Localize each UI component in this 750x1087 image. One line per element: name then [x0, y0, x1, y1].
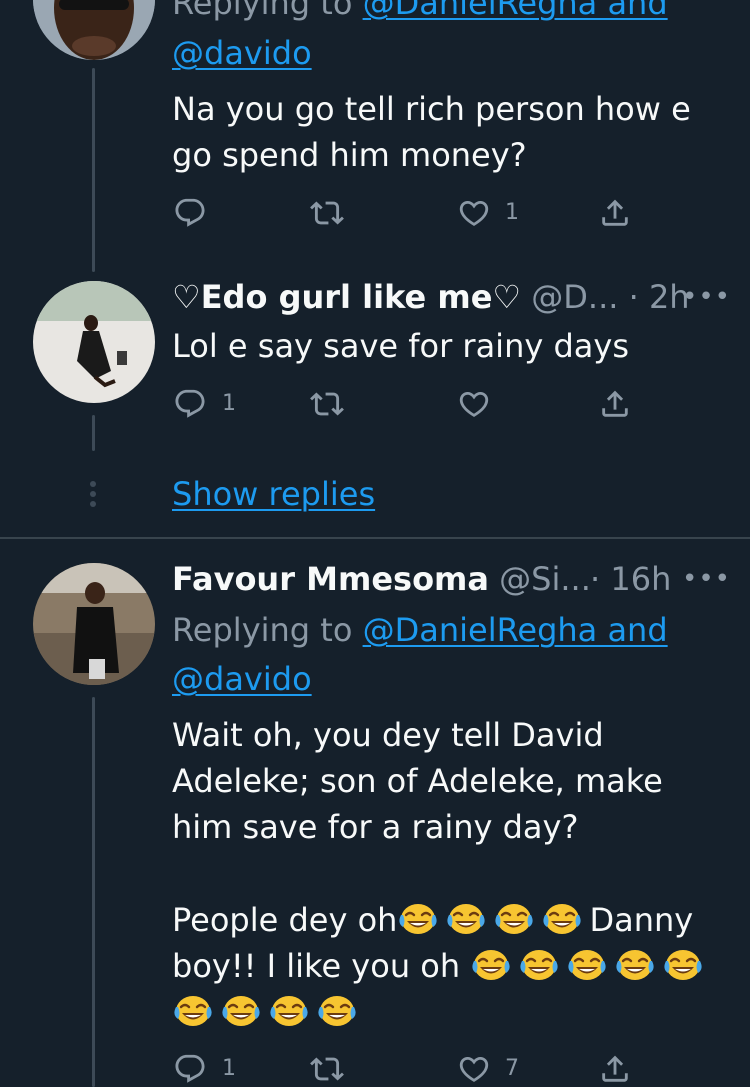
tweet-text: Lol e say save for rainy days: [172, 327, 629, 365]
heart-icon[interactable]: [457, 196, 491, 230]
avatar[interactable]: [33, 281, 155, 403]
retweet-icon[interactable]: [310, 1052, 344, 1086]
tweet-text: him save for a rainy day?: [172, 808, 579, 846]
handle[interactable]: @Si...: [499, 560, 591, 598]
laughing-emoji-icon: [397, 901, 439, 937]
thread-line: [92, 415, 95, 451]
more-icon[interactable]: •••: [682, 282, 731, 312]
tweet-text-line: boy!! I like you oh: [172, 943, 710, 989]
tweet-text: Wait oh, you dey tell David: [172, 716, 604, 754]
more-icon[interactable]: •••: [682, 564, 731, 594]
laughing-emoji-icon: [493, 901, 535, 937]
handle[interactable]: @D...: [531, 278, 618, 316]
tweet-text: Adeleke; son of Adeleke, make: [172, 762, 663, 800]
like-count: 1: [505, 200, 519, 225]
tweet-text: Na you go tell rich person how e: [172, 90, 691, 128]
timestamp[interactable]: · 2h: [629, 278, 690, 316]
retweet-icon[interactable]: [310, 196, 344, 230]
like-count: 7: [505, 1056, 519, 1081]
laughing-emoji-icon: [566, 947, 608, 983]
mention-link[interactable]: @DanielRegha and: [363, 611, 668, 649]
tweet-text: People dey oh: [172, 901, 398, 939]
reply-icon[interactable]: [173, 196, 207, 230]
reply-icon[interactable]: [173, 387, 207, 421]
tweet-text: go spend him money?: [172, 136, 527, 174]
heart-icon[interactable]: [457, 1052, 491, 1086]
tweet-header: Favour Mmesoma @Si...: [172, 556, 591, 602]
tweet-header: ♡Edo gurl like me♡ @D... · 2h: [172, 274, 690, 320]
share-icon[interactable]: [598, 387, 632, 421]
replying-prefix: Replying to: [172, 0, 353, 22]
thread-line: [92, 697, 95, 1087]
laughing-emoji-icon: [316, 993, 358, 1029]
avatar[interactable]: [33, 563, 155, 685]
tweet-text: Danny: [589, 901, 694, 939]
reply-icon[interactable]: [173, 1052, 207, 1086]
laughing-emoji-icon: [445, 901, 487, 937]
replying-to: Replying to @DanielRegha and: [172, 0, 668, 26]
tweet-text: boy!! I like you oh: [172, 947, 461, 985]
laughing-emoji-icon: [172, 993, 214, 1029]
laughing-emoji-icon: [614, 947, 656, 983]
display-name[interactable]: Favour Mmesoma: [172, 560, 489, 598]
replying-prefix: Replying to: [172, 611, 353, 649]
mention-link[interactable]: @davido: [172, 30, 312, 76]
timestamp[interactable]: · 16h: [590, 556, 671, 602]
replying-to: Replying to @DanielRegha and: [172, 607, 668, 653]
laughing-emoji-icon: [470, 947, 512, 983]
tweet-text-line: People dey oh Danny: [172, 897, 693, 943]
laughing-emoji-icon: [518, 947, 560, 983]
thread-dots: [90, 481, 96, 507]
heart-icon[interactable]: [457, 387, 491, 421]
retweet-icon[interactable]: [310, 387, 344, 421]
share-icon[interactable]: [598, 196, 632, 230]
thread-line: [92, 68, 95, 272]
show-replies-link[interactable]: Show replies: [172, 471, 375, 517]
mention-link[interactable]: @davido: [172, 656, 312, 702]
laughing-emoji-icon: [541, 901, 583, 937]
laughing-emoji-icon: [220, 993, 262, 1029]
reply-count: 1: [222, 1056, 236, 1081]
laughing-emoji-icon: [268, 993, 310, 1029]
avatar[interactable]: [33, 0, 155, 60]
share-icon[interactable]: [598, 1052, 632, 1086]
mention-link[interactable]: @DanielRegha and: [363, 0, 668, 22]
divider: [0, 537, 750, 539]
display-name[interactable]: ♡Edo gurl like me♡: [172, 278, 521, 316]
reply-count: 1: [222, 391, 236, 416]
laughing-emoji-icon: [662, 947, 704, 983]
tweet-text-line: [172, 989, 364, 1035]
